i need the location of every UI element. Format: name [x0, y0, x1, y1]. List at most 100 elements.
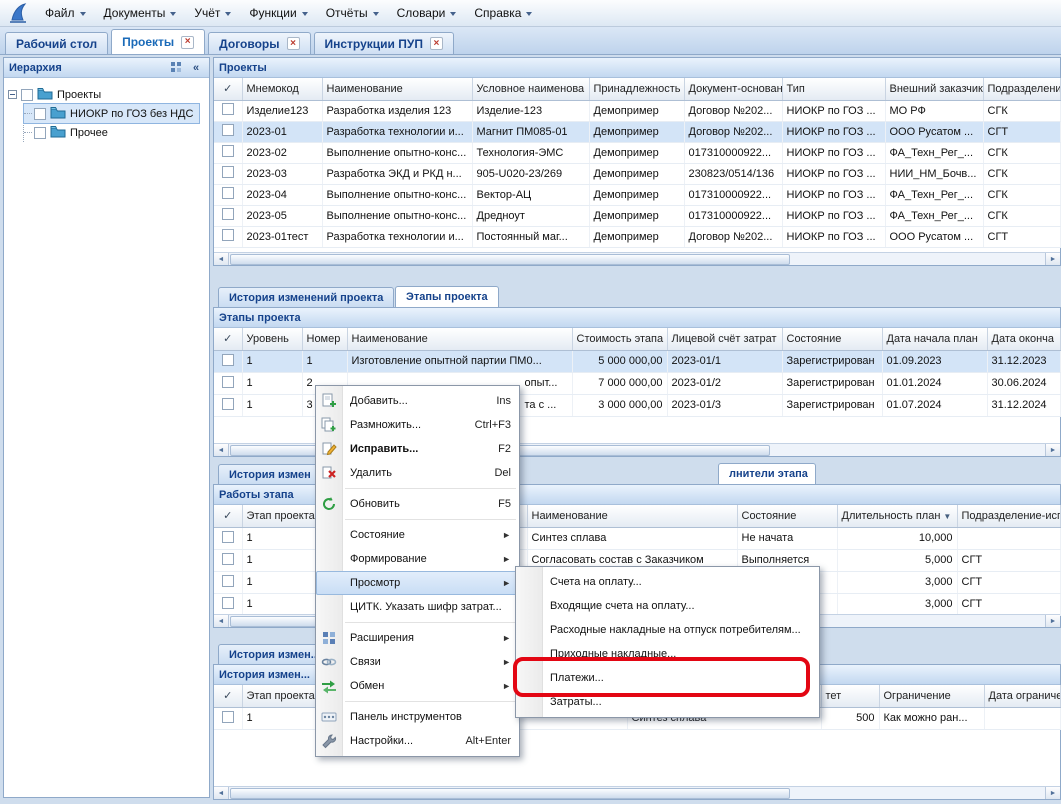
- row-checkbox[interactable]: [222, 711, 234, 723]
- table-row[interactable]: 2023-05Выполнение опытно-конс...Дредноут…: [214, 205, 1060, 226]
- scroll-right-button[interactable]: ►: [1045, 253, 1060, 265]
- menu-help[interactable]: Справка: [465, 2, 541, 24]
- scrollbar-thumb[interactable]: [230, 788, 790, 799]
- column-header[interactable]: Наименование: [322, 78, 472, 100]
- tab-stage-executors[interactable]: лнители этапа: [718, 463, 816, 484]
- column-header[interactable]: Наименование: [527, 505, 737, 527]
- row-checkbox[interactable]: [222, 575, 234, 587]
- close-icon[interactable]: ×: [287, 37, 300, 50]
- menu-item-exchange[interactable]: Обмен ►: [316, 674, 519, 698]
- scroll-right-button[interactable]: ►: [1045, 787, 1060, 799]
- column-header[interactable]: Подразделение-исп: [957, 505, 1060, 527]
- column-header[interactable]: Подразделени: [983, 78, 1060, 100]
- row-checkbox[interactable]: [222, 187, 234, 199]
- row-checkbox[interactable]: [222, 208, 234, 220]
- scroll-left-button[interactable]: ◄: [214, 253, 229, 265]
- scroll-right-button[interactable]: ►: [1045, 444, 1060, 456]
- select-all-header[interactable]: ✓: [214, 78, 242, 100]
- column-header[interactable]: Этап проекта: [242, 505, 317, 527]
- submenu-item-outgoing-waybills[interactable]: Расходные накладные на отпуск потребител…: [516, 618, 819, 642]
- menu-item-toolbar[interactable]: Панель инструментов: [316, 705, 519, 729]
- menu-accounting[interactable]: Учёт: [185, 2, 240, 24]
- menu-item-settings[interactable]: Настройки... Alt+Enter: [316, 729, 519, 753]
- row-checkbox[interactable]: [222, 531, 234, 543]
- submenu-item-incoming-invoices[interactable]: Входящие счета на оплату...: [516, 594, 819, 618]
- tab-contracts[interactable]: Договоры×: [208, 32, 310, 54]
- tree-item-projects[interactable]: Проекты: [8, 85, 107, 104]
- column-header[interactable]: Документ-основан: [684, 78, 782, 100]
- tab-projects[interactable]: Проекты×: [111, 29, 205, 54]
- menu-item-view[interactable]: Просмотр ►: [316, 571, 519, 595]
- column-header[interactable]: Условное наименова: [472, 78, 589, 100]
- tree-checkbox[interactable]: [34, 108, 46, 120]
- menu-item-state[interactable]: Состояние ►: [316, 523, 519, 547]
- menu-item-formation[interactable]: Формирование ►: [316, 547, 519, 571]
- table-row[interactable]: 2023-03Разработка ЭКД и РКД н...905-U020…: [214, 163, 1060, 184]
- menu-item-add[interactable]: Добавить... Ins: [316, 389, 519, 413]
- menu-item-extensions[interactable]: Расширения ►: [316, 626, 519, 650]
- menu-reports[interactable]: Отчёты: [317, 2, 388, 24]
- menu-item-links[interactable]: Связи ►: [316, 650, 519, 674]
- scroll-right-button[interactable]: ►: [1045, 615, 1060, 627]
- select-all-header[interactable]: ✓: [214, 505, 242, 527]
- tab-desktop[interactable]: Рабочий стол: [5, 32, 108, 54]
- table-row[interactable]: 2023-01Разработка технологии и...Магнит …: [214, 121, 1060, 142]
- menu-file[interactable]: Файл: [36, 2, 95, 24]
- column-header[interactable]: Дата оконча: [987, 328, 1060, 350]
- tab-stage-history[interactable]: История измен: [218, 464, 328, 484]
- column-header[interactable]: Длительность план▼: [837, 505, 957, 527]
- column-header[interactable]: Ограничение: [879, 685, 984, 707]
- table-row[interactable]: 2023-04Выполнение опытно-конс...Вектор-А…: [214, 184, 1060, 205]
- submenu-item-incoming-waybills[interactable]: Приходные накладные...: [516, 642, 819, 666]
- tree-checkbox[interactable]: [21, 89, 33, 101]
- close-icon[interactable]: ×: [430, 37, 443, 50]
- close-icon[interactable]: ×: [181, 36, 194, 49]
- row-checkbox[interactable]: [222, 597, 234, 609]
- column-header[interactable]: Состояние: [782, 328, 882, 350]
- column-header[interactable]: тет: [821, 685, 879, 707]
- column-header[interactable]: Состояние: [737, 505, 837, 527]
- column-header[interactable]: Уровень: [242, 328, 302, 350]
- menu-item-refresh[interactable]: Обновить F5: [316, 492, 519, 516]
- submenu-item-invoices[interactable]: Счета на оплату...: [516, 570, 819, 594]
- select-all-header[interactable]: ✓: [214, 328, 242, 350]
- row-checkbox[interactable]: [222, 103, 234, 115]
- collapse-panel-button[interactable]: «: [188, 60, 204, 75]
- table-row[interactable]: 11Изготовление опытной партии ПМ0...5 00…: [214, 350, 1060, 372]
- scroll-left-button[interactable]: ◄: [214, 615, 229, 627]
- submenu-item-costs[interactable]: Затраты...: [516, 690, 819, 714]
- select-all-header[interactable]: ✓: [214, 685, 242, 707]
- tab-project-history[interactable]: История изменений проекта: [218, 287, 394, 307]
- column-header[interactable]: Этап проекта: [242, 685, 317, 707]
- row-checkbox[interactable]: [222, 354, 234, 366]
- tree-checkbox[interactable]: [34, 127, 46, 139]
- row-checkbox[interactable]: [222, 398, 234, 410]
- filter-grid-icon[interactable]: [168, 60, 184, 75]
- menu-item-delete[interactable]: Удалить Del: [316, 461, 519, 485]
- column-header[interactable]: Лицевой счёт затрат: [667, 328, 782, 350]
- menu-item-citk-cost-code[interactable]: ЦИТК. Указать шифр затрат...: [316, 595, 519, 619]
- row-checkbox[interactable]: [222, 145, 234, 157]
- menu-item-duplicate[interactable]: Размножить... Ctrl+F3: [316, 413, 519, 437]
- column-header[interactable]: Внешний заказчик: [885, 78, 983, 100]
- column-header[interactable]: Тип: [782, 78, 885, 100]
- tab-project-stages[interactable]: Этапы проекта: [395, 286, 499, 307]
- table-row[interactable]: 2023-02Выполнение опытно-конс...Технолог…: [214, 142, 1060, 163]
- scroll-left-button[interactable]: ◄: [214, 444, 229, 456]
- table-row[interactable]: Изделие123Разработка изделия 123Изделие-…: [214, 100, 1060, 121]
- scrollbar-thumb[interactable]: [230, 254, 790, 265]
- row-checkbox[interactable]: [222, 229, 234, 241]
- submenu-item-payments[interactable]: Платежи...: [516, 666, 819, 690]
- column-header[interactable]: Принадлежность: [589, 78, 684, 100]
- column-header[interactable]: Стоимость этапа: [572, 328, 667, 350]
- column-header[interactable]: Мнемокод: [242, 78, 322, 100]
- column-header[interactable]: Дата ограниче...: [984, 685, 1060, 707]
- column-header[interactable]: Номер: [302, 328, 347, 350]
- row-checkbox[interactable]: [222, 124, 234, 136]
- collapse-expander-icon[interactable]: [8, 90, 17, 99]
- tab-instructions[interactable]: Инструкции ПУП×: [314, 32, 454, 54]
- table-row[interactable]: 2023-01тестРазработка технологии и...Пос…: [214, 226, 1060, 247]
- menu-dictionaries[interactable]: Словари: [388, 2, 466, 24]
- row-checkbox[interactable]: [222, 376, 234, 388]
- tree-item-niokr-goz[interactable]: НИОКР по ГОЗ без НДС: [24, 104, 199, 123]
